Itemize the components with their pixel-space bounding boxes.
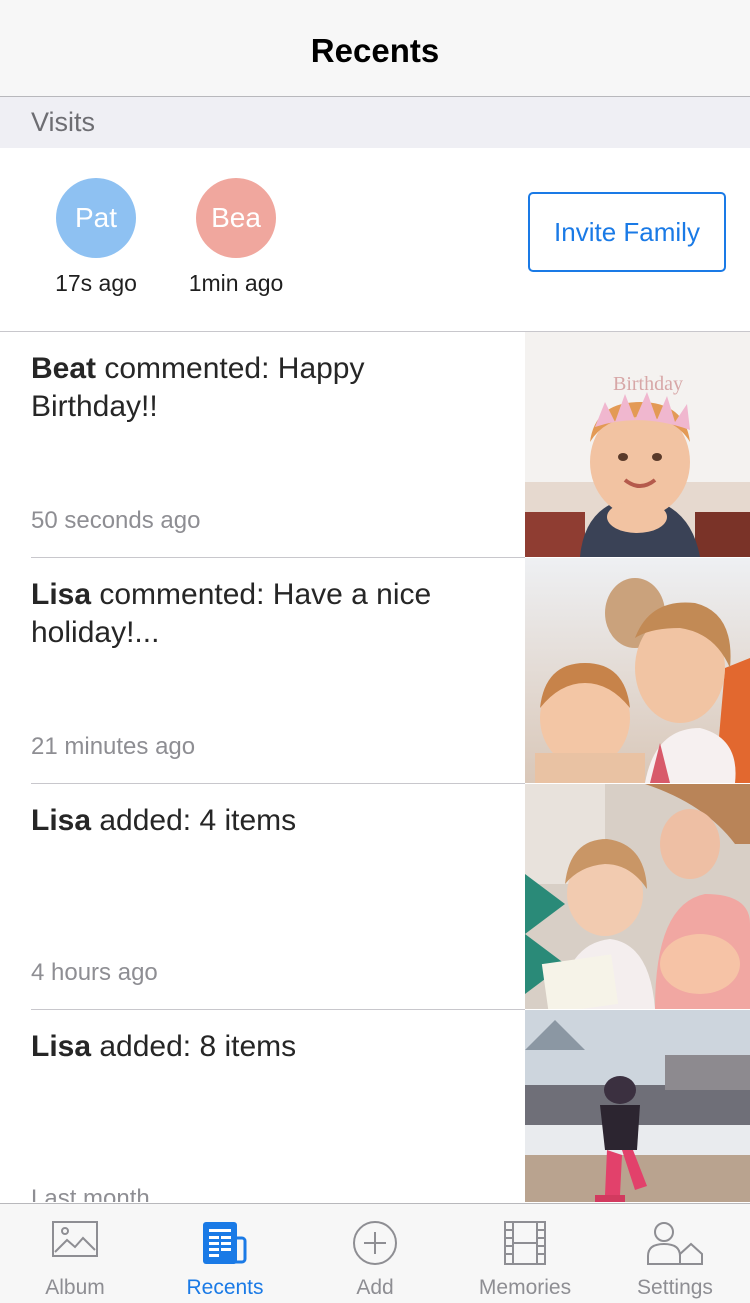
feed-item[interactable]: Lisa commented: Have a nice holiday!... … <box>0 558 750 784</box>
feed-author: Lisa <box>31 804 92 837</box>
feed-time: Last month <box>31 1185 150 1202</box>
people-icon <box>646 1220 704 1271</box>
feed-author: Beat <box>31 352 97 385</box>
photo-icon <box>51 1220 99 1265</box>
navigation-bar: Recents <box>0 0 750 97</box>
plus-circle-icon <box>351 1220 399 1271</box>
photo-thumbnail[interactable]: Birthday <box>525 332 750 557</box>
visit-time: 1min ago <box>188 270 284 296</box>
visit-time: 17s ago <box>55 270 137 296</box>
activity-feed: Beat commented: Happy Birthday!! 50 seco… <box>0 332 750 1202</box>
tab-label: Album <box>45 1276 105 1299</box>
feed-item[interactable]: Lisa added: 4 items 4 hours ago <box>0 784 750 1010</box>
tab-label: Memories <box>478 1276 572 1299</box>
feed-item-text: Beat commented: Happy Birthday!! <box>31 350 491 426</box>
feed-item[interactable]: Lisa added: 8 items Last month <box>0 1010 750 1202</box>
avatar: Bea <box>196 178 276 258</box>
feed-item-text: Lisa added: 4 items <box>31 802 491 840</box>
tab-label: Recents <box>186 1276 264 1299</box>
feed-item[interactable]: Beat commented: Happy Birthday!! 50 seco… <box>0 332 750 558</box>
photo-thumbnail[interactable] <box>525 1010 750 1202</box>
tab-recents[interactable]: Recents <box>150 1204 300 1303</box>
tab-settings[interactable]: Settings <box>600 1204 750 1303</box>
feed-item-text: Lisa commented: Have a nice holiday!... <box>31 576 491 652</box>
visitor-pat[interactable]: Pat 17s ago <box>16 178 176 297</box>
tab-label: Add <box>356 1276 394 1299</box>
visits-row: Pat 17s ago Bea 1min ago Invite Family <box>0 148 750 332</box>
page-title: Recents <box>310 32 440 69</box>
recents-icon <box>201 1220 249 1271</box>
feed-action: added: 8 items <box>91 1030 297 1063</box>
svg-text:Birthday: Birthday <box>613 373 683 395</box>
feed-action: added: 4 items <box>91 804 297 837</box>
avatar: Pat <box>56 178 136 258</box>
tab-add[interactable]: Add <box>300 1204 450 1303</box>
visitor-bea[interactable]: Bea 1min ago <box>156 178 316 297</box>
photo-thumbnail[interactable] <box>525 558 750 783</box>
section-header-label: Visits <box>31 107 96 137</box>
feed-time: 21 minutes ago <box>31 733 196 760</box>
photo-thumbnail[interactable] <box>525 784 750 1009</box>
feed-author: Lisa <box>31 1030 92 1063</box>
feed-action: commented: Have a nice holiday!... <box>31 578 432 649</box>
tab-album[interactable]: Album <box>0 1204 150 1303</box>
feed-time: 50 seconds ago <box>31 507 201 534</box>
feed-time: 4 hours ago <box>31 959 158 986</box>
feed-author: Lisa <box>31 578 92 611</box>
film-icon <box>503 1220 547 1271</box>
tab-bar: Album Recents Add Memories Settings <box>0 1203 750 1303</box>
tab-memories[interactable]: Memories <box>450 1204 600 1303</box>
invite-family-button[interactable]: Invite Family <box>528 192 726 272</box>
visits-section-header: Visits <box>0 97 750 148</box>
tab-label: Settings <box>637 1276 713 1299</box>
feed-item-text: Lisa added: 8 items <box>31 1028 491 1066</box>
